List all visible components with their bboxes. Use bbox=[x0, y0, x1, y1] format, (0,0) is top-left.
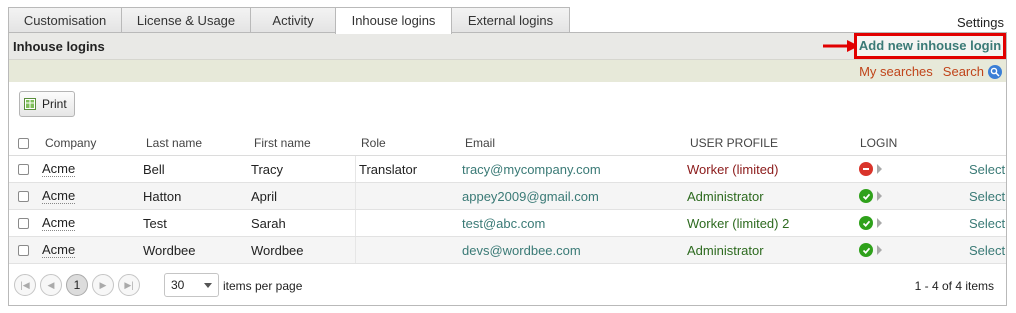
search-link[interactable]: Search bbox=[943, 64, 984, 79]
table-row[interactable]: Acme Test Sarah test@abc.com Worker (lim… bbox=[9, 210, 1006, 237]
tab-inhouse-logins[interactable]: Inhouse logins bbox=[335, 7, 452, 34]
select-link[interactable]: Select bbox=[969, 237, 1005, 263]
company-cell[interactable]: Acme bbox=[42, 242, 76, 258]
spreadsheet-icon bbox=[24, 98, 36, 110]
prev-page-icon[interactable]: ◀ bbox=[40, 274, 62, 296]
first-name-cell: Tracy bbox=[251, 161, 284, 177]
table-row[interactable]: Acme Hatton April appey2009@gmail.com Ad… bbox=[9, 183, 1006, 210]
page-size-select[interactable]: 30 bbox=[164, 273, 219, 297]
role-cell: Translator bbox=[359, 161, 418, 177]
inhouse-logins-panel: Inhouse logins Add new inhouse login My … bbox=[8, 32, 1007, 306]
tab-activity[interactable]: Activity bbox=[250, 7, 336, 33]
play-arrow-icon[interactable] bbox=[877, 191, 882, 201]
last-page-icon[interactable]: ▶| bbox=[118, 274, 140, 296]
company-cell[interactable]: Acme bbox=[42, 161, 76, 177]
page-size-value: 30 bbox=[171, 278, 185, 292]
last-name-cell: Wordbee bbox=[143, 242, 196, 258]
user-profile-link[interactable]: Administrator bbox=[687, 183, 764, 209]
add-new-inhouse-login-button[interactable]: Add new inhouse login bbox=[854, 33, 1006, 59]
table-header: Company Last name First name Role Email … bbox=[9, 131, 1006, 156]
panel-title: Inhouse logins bbox=[13, 39, 105, 54]
first-page-icon[interactable]: |◀ bbox=[14, 274, 36, 296]
company-cell[interactable]: Acme bbox=[42, 215, 76, 231]
company-cell[interactable]: Acme bbox=[42, 188, 76, 204]
row-checkbox[interactable] bbox=[18, 163, 29, 175]
header-last-name[interactable]: Last name bbox=[146, 131, 202, 155]
email-link[interactable]: appey2009@gmail.com bbox=[462, 183, 599, 209]
last-name-cell: Hatton bbox=[143, 188, 182, 204]
login-enabled-icon[interactable] bbox=[859, 243, 873, 257]
login-enabled-icon[interactable] bbox=[859, 189, 873, 203]
tab-bar: Customisation License & Usage Activity I… bbox=[8, 7, 570, 34]
user-profile-link[interactable]: Worker (limited) 2 bbox=[687, 210, 789, 236]
tab-customisation[interactable]: Customisation bbox=[8, 7, 122, 33]
tab-external-logins[interactable]: External logins bbox=[451, 7, 570, 33]
select-link[interactable]: Select bbox=[969, 183, 1005, 209]
search-icon[interactable] bbox=[988, 64, 1002, 79]
header-first-name[interactable]: First name bbox=[254, 131, 311, 155]
pager: |◀ ◀ 1 ▶ ▶| 30 items per page 1 - 4 of 4… bbox=[9, 266, 1006, 306]
first-name-cell: Wordbee bbox=[251, 242, 304, 258]
last-name-cell: Test bbox=[143, 215, 167, 231]
items-per-page-label: items per page bbox=[223, 279, 303, 293]
header-company[interactable]: Company bbox=[45, 131, 96, 155]
first-name-cell: Sarah bbox=[251, 215, 286, 231]
header-email[interactable]: Email bbox=[465, 131, 495, 155]
panel-header: Inhouse logins Add new inhouse login bbox=[9, 33, 1006, 60]
first-name-cell: April bbox=[251, 188, 278, 204]
print-button[interactable]: Print bbox=[19, 91, 75, 117]
header-role[interactable]: Role bbox=[361, 131, 386, 155]
user-profile-link[interactable]: Administrator bbox=[687, 237, 764, 263]
select-link[interactable]: Select bbox=[969, 156, 1005, 182]
row-checkbox[interactable] bbox=[18, 244, 29, 256]
next-page-icon[interactable]: ▶ bbox=[92, 274, 114, 296]
user-profile-link[interactable]: Worker (limited) bbox=[687, 156, 779, 182]
settings-link[interactable]: Settings bbox=[957, 15, 1004, 30]
row-checkbox[interactable] bbox=[18, 217, 29, 229]
current-page-button[interactable]: 1 bbox=[66, 274, 88, 296]
print-label: Print bbox=[42, 97, 67, 111]
play-arrow-icon[interactable] bbox=[877, 164, 882, 174]
play-arrow-icon[interactable] bbox=[877, 245, 882, 255]
table-row[interactable]: Acme Bell Tracy Translator tracy@mycompa… bbox=[9, 156, 1006, 183]
table-row[interactable]: Acme Wordbee Wordbee devs@wordbee.com Ad… bbox=[9, 237, 1006, 264]
chevron-down-icon bbox=[204, 283, 212, 288]
login-blocked-icon[interactable] bbox=[859, 162, 873, 176]
header-user-profile[interactable]: USER PROFILE bbox=[690, 131, 778, 155]
email-link[interactable]: devs@wordbee.com bbox=[462, 237, 581, 263]
email-link[interactable]: test@abc.com bbox=[462, 210, 545, 236]
play-arrow-icon[interactable] bbox=[877, 218, 882, 228]
select-link[interactable]: Select bbox=[969, 210, 1005, 236]
last-name-cell: Bell bbox=[143, 161, 165, 177]
search-links: My searches Search bbox=[849, 64, 1002, 79]
login-enabled-icon[interactable] bbox=[859, 216, 873, 230]
my-searches-link[interactable]: My searches bbox=[859, 64, 933, 79]
logins-table: Company Last name First name Role Email … bbox=[9, 131, 1006, 264]
header-login[interactable]: LOGIN bbox=[860, 131, 897, 155]
select-all-checkbox[interactable] bbox=[18, 137, 29, 149]
tab-license-usage[interactable]: License & Usage bbox=[121, 7, 251, 33]
email-link[interactable]: tracy@mycompany.com bbox=[462, 156, 601, 182]
row-checkbox[interactable] bbox=[18, 190, 29, 202]
pager-range-info: 1 - 4 of 4 items bbox=[914, 279, 994, 293]
